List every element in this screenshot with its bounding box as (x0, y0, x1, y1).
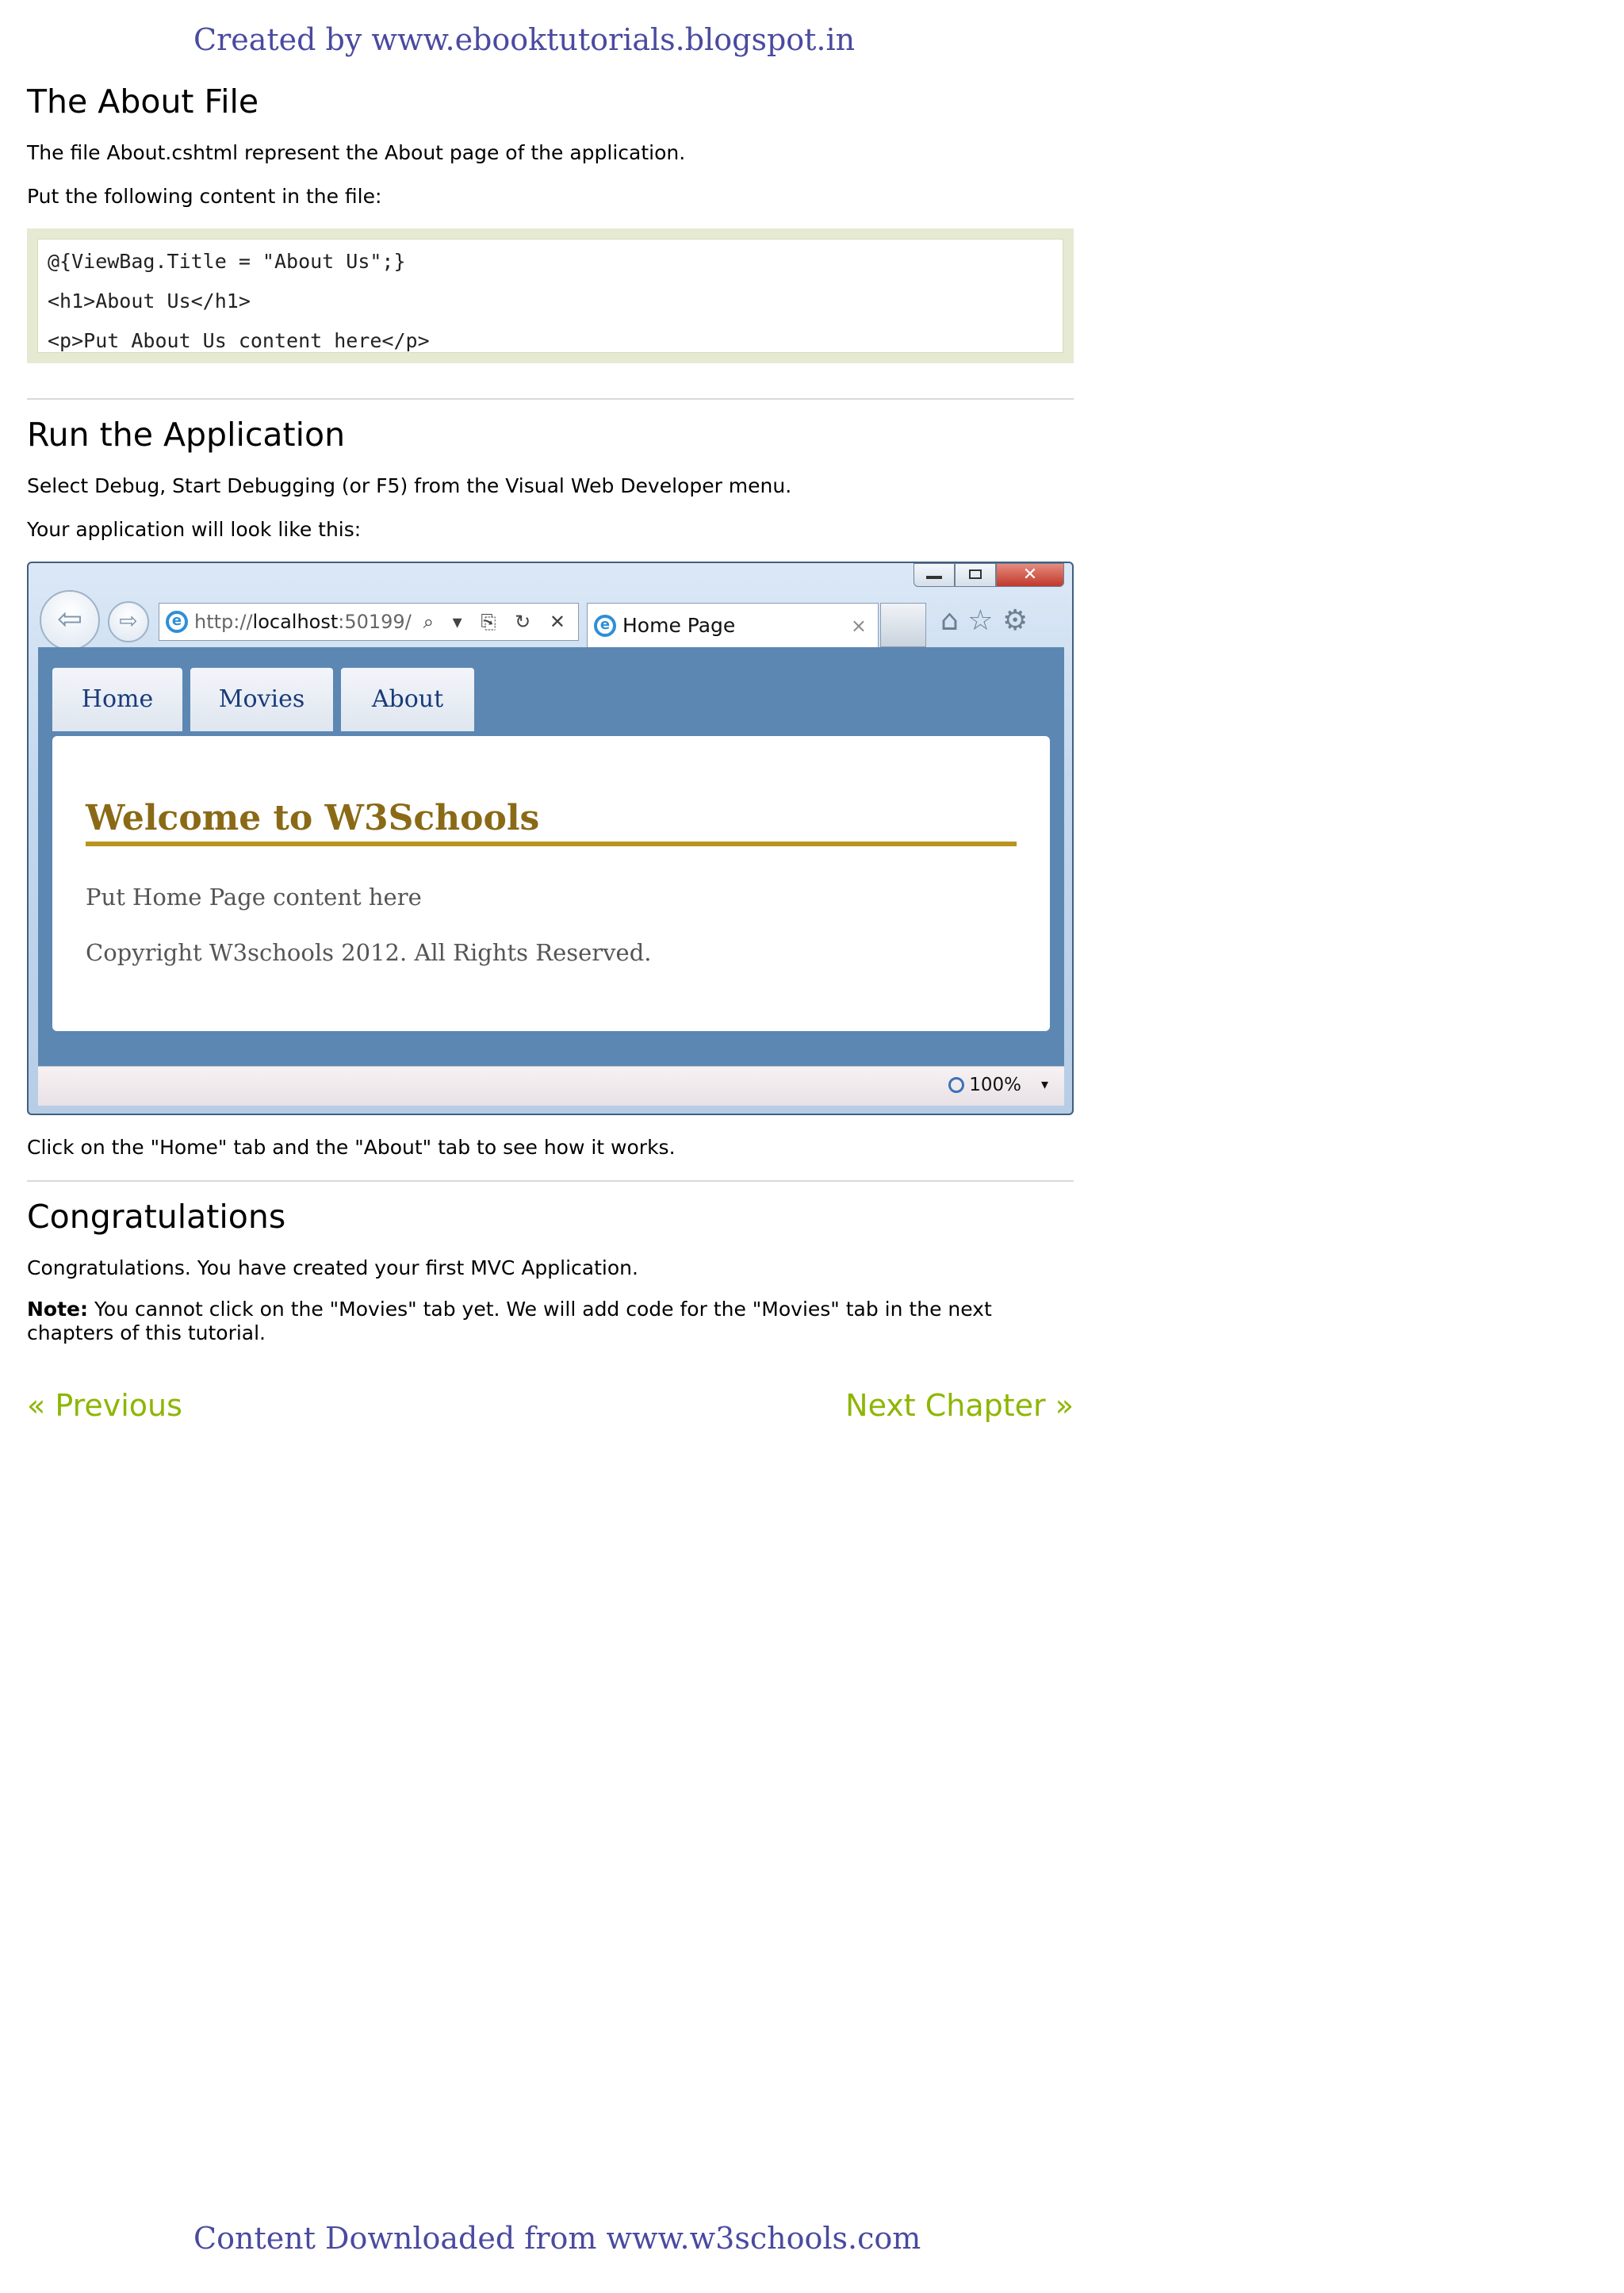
zoom-level: 100% (969, 1075, 1021, 1095)
site-content: Welcome to W3Schools Put Home Page conte… (52, 736, 1050, 1031)
forward-arrow-icon: ⇨ (108, 601, 149, 642)
code-block: @{ViewBag.Title = "About Us";} <h1>About… (27, 228, 1074, 363)
site-copyright: Copyright W3schools 2012. All Rights Res… (86, 939, 652, 966)
browser-viewport: Home Movies About Welcome to W3Schools P… (38, 647, 1064, 1066)
window-controls: ✕ (914, 563, 1064, 587)
previous-link[interactable]: « Previous (27, 1388, 182, 1423)
back-arrow-icon: ⇦ (40, 590, 100, 650)
section-title-run: Run the Application (27, 416, 346, 454)
divider (27, 1180, 1074, 1182)
code-line: @{ViewBag.Title = "About Us";} (48, 250, 406, 273)
chevron-down-icon: ▾ (1040, 1076, 1048, 1093)
note-text: You cannot click on the "Movies" tab yet… (27, 1298, 992, 1344)
section-title-congrats: Congratulations (27, 1198, 286, 1236)
browser-screenshot: ✕ ⇦ ⇨ e http://localhost:50199/ ⌕ ▾ ⎘ ↻ … (27, 562, 1074, 1115)
zoom-indicator: 100% (948, 1075, 1021, 1095)
tab-close-icon: × (850, 614, 867, 637)
about-paragraph-1: The file About.cshtml represent the Abou… (27, 141, 686, 164)
zoom-icon (948, 1077, 965, 1093)
run-paragraph-2: Your application will look like this: (27, 518, 362, 541)
header-banner: Created by www.ebooktutorials.blogspot.i… (193, 22, 856, 57)
new-tab-button (880, 603, 926, 647)
site-tab-home: Home (52, 668, 182, 731)
next-chapter-link[interactable]: Next Chapter » (845, 1388, 1074, 1423)
code-line: <h1>About Us</h1> (48, 290, 251, 313)
congrats-paragraph: Congratulations. You have created your f… (27, 1256, 638, 1279)
site-body-text: Put Home Page content here (86, 884, 422, 911)
note-label: Note: (27, 1298, 89, 1321)
ie-logo-icon: e (594, 614, 616, 637)
run-paragraph-1: Select Debug, Start Debugging (or F5) fr… (27, 474, 792, 497)
site-heading: Welcome to W3Schools (86, 798, 1017, 846)
section-title-about: The About File (27, 82, 259, 121)
address-bar: e http://localhost:50199/ ⌕ ▾ ⎘ ↻ ✕ (159, 603, 579, 641)
code-line: <p>Put About Us content here</p> (48, 329, 430, 352)
site-tab-about: About (341, 668, 474, 731)
minimize-icon (914, 563, 955, 587)
toolbar-icons: ⌂ ☆ ⚙ (940, 604, 1028, 637)
browser-tab: e Home Page × (587, 603, 879, 647)
note-paragraph: Note: You cannot click on the "Movies" t… (27, 1298, 1074, 1345)
site-tab-movies: Movies (190, 668, 333, 731)
maximize-icon (955, 563, 996, 587)
footer-banner: Content Downloaded from www.w3schools.co… (193, 2221, 921, 2256)
tab-title: Home Page (622, 614, 736, 637)
divider (27, 398, 1074, 400)
about-paragraph-2: Put the following content in the file: (27, 185, 382, 208)
run-after-paragraph: Click on the "Home" tab and the "About" … (27, 1136, 676, 1159)
address-tools-icons: ⌕ ▾ ⎘ ↻ ✕ (423, 611, 572, 633)
ie-logo-icon: e (166, 611, 188, 633)
status-bar: 100% ▾ (38, 1066, 1064, 1106)
address-url: http://localhost:50199/ (194, 611, 412, 633)
close-icon: ✕ (996, 563, 1064, 587)
